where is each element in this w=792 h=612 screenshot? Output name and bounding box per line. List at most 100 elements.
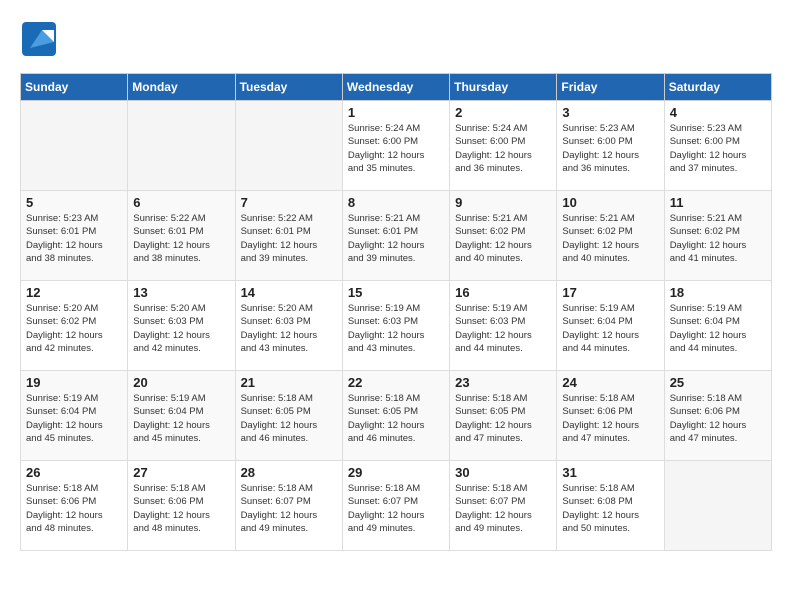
calendar-cell: 9 Sunrise: 5:21 AM Sunset: 6:02 PM Daylig… xyxy=(450,191,557,281)
calendar-cell: 20Sunrise: 5:19 AM Sunset: 6:04 PM Dayli… xyxy=(128,371,235,461)
day-info: Sunrise: 5:21 AM Sunset: 6:02 PM Dayligh… xyxy=(670,212,766,265)
day-info: Sunrise: 5:24 AM Sunset: 6:00 PM Dayligh… xyxy=(455,122,551,175)
day-number: 21 xyxy=(241,375,337,390)
calendar-week-row: 26 Sunrise: 5:18 AM Sunset: 6:06 PM Dayli… xyxy=(21,461,772,551)
calendar-cell xyxy=(664,461,771,551)
day-number: 27 xyxy=(133,465,229,480)
calendar-cell xyxy=(235,101,342,191)
calendar-cell: 14 Sunrise: 5:20 AM Sunset: 6:03 PM Dayli… xyxy=(235,281,342,371)
calendar-week-row: 5Sunrise: 5:23 AM Sunset: 6:01 PM Daylig… xyxy=(21,191,772,281)
day-info: Sunrise: 5:18 AM Sunset: 6:08 PM Dayligh… xyxy=(562,482,658,535)
calendar-cell: 18 Sunrise: 5:19 AM Sunset: 6:04 PM Dayli… xyxy=(664,281,771,371)
day-number: 2 xyxy=(455,105,551,120)
calendar-cell: 4 Sunrise: 5:23 AM Sunset: 6:00 PM Daylig… xyxy=(664,101,771,191)
day-info: Sunrise: 5:23 AM Sunset: 6:00 PM Dayligh… xyxy=(562,122,658,175)
calendar-header-row: SundayMondayTuesdayWednesdayThursdayFrid… xyxy=(21,74,772,101)
day-info: Sunrise: 5:19 AM Sunset: 6:04 PM Dayligh… xyxy=(670,302,766,355)
day-info: Sunrise: 5:18 AM Sunset: 6:05 PM Dayligh… xyxy=(348,392,444,445)
calendar-week-row: 1 Sunrise: 5:24 AM Sunset: 6:00 PM Daylig… xyxy=(21,101,772,191)
day-info: Sunrise: 5:18 AM Sunset: 6:06 PM Dayligh… xyxy=(562,392,658,445)
day-number: 31 xyxy=(562,465,658,480)
weekday-header: Tuesday xyxy=(235,74,342,101)
calendar-cell: 5Sunrise: 5:23 AM Sunset: 6:01 PM Daylig… xyxy=(21,191,128,281)
day-number: 13 xyxy=(133,285,229,300)
weekday-header: Friday xyxy=(557,74,664,101)
day-info: Sunrise: 5:18 AM Sunset: 6:06 PM Dayligh… xyxy=(26,482,122,535)
day-number: 8 xyxy=(348,195,444,210)
day-info: Sunrise: 5:18 AM Sunset: 6:05 PM Dayligh… xyxy=(455,392,551,445)
calendar-cell: 15 Sunrise: 5:19 AM Sunset: 6:03 PM Dayli… xyxy=(342,281,449,371)
weekday-header: Monday xyxy=(128,74,235,101)
day-info: Sunrise: 5:20 AM Sunset: 6:02 PM Dayligh… xyxy=(26,302,122,355)
day-info: Sunrise: 5:18 AM Sunset: 6:07 PM Dayligh… xyxy=(348,482,444,535)
calendar-cell: 30 Sunrise: 5:18 AM Sunset: 6:07 PM Dayli… xyxy=(450,461,557,551)
day-info: Sunrise: 5:23 AM Sunset: 6:00 PM Dayligh… xyxy=(670,122,766,175)
day-number: 22 xyxy=(348,375,444,390)
day-number: 1 xyxy=(348,105,444,120)
calendar-cell: 27 Sunrise: 5:18 AM Sunset: 6:06 PM Dayli… xyxy=(128,461,235,551)
day-info: Sunrise: 5:18 AM Sunset: 6:06 PM Dayligh… xyxy=(670,392,766,445)
weekday-header: Wednesday xyxy=(342,74,449,101)
day-number: 9 xyxy=(455,195,551,210)
day-info: Sunrise: 5:18 AM Sunset: 6:07 PM Dayligh… xyxy=(455,482,551,535)
day-number: 18 xyxy=(670,285,766,300)
calendar-cell: 8 Sunrise: 5:21 AM Sunset: 6:01 PM Daylig… xyxy=(342,191,449,281)
day-info: Sunrise: 5:19 AM Sunset: 6:04 PM Dayligh… xyxy=(562,302,658,355)
day-info: Sunrise: 5:19 AM Sunset: 6:03 PM Dayligh… xyxy=(348,302,444,355)
day-info: Sunrise: 5:20 AM Sunset: 6:03 PM Dayligh… xyxy=(241,302,337,355)
day-number: 12 xyxy=(26,285,122,300)
day-number: 4 xyxy=(670,105,766,120)
day-info: Sunrise: 5:19 AM Sunset: 6:04 PM Dayligh… xyxy=(26,392,122,445)
calendar-cell: 12 Sunrise: 5:20 AM Sunset: 6:02 PM Dayli… xyxy=(21,281,128,371)
day-info: Sunrise: 5:24 AM Sunset: 6:00 PM Dayligh… xyxy=(348,122,444,175)
day-number: 7 xyxy=(241,195,337,210)
day-info: Sunrise: 5:19 AM Sunset: 6:04 PM Dayligh… xyxy=(133,392,229,445)
day-number: 15 xyxy=(348,285,444,300)
calendar-cell: 19Sunrise: 5:19 AM Sunset: 6:04 PM Dayli… xyxy=(21,371,128,461)
logo-icon xyxy=(20,20,58,58)
calendar-cell: 10 Sunrise: 5:21 AM Sunset: 6:02 PM Dayli… xyxy=(557,191,664,281)
calendar-cell xyxy=(21,101,128,191)
day-info: Sunrise: 5:21 AM Sunset: 6:02 PM Dayligh… xyxy=(562,212,658,265)
day-number: 6 xyxy=(133,195,229,210)
calendar-cell: 17 Sunrise: 5:19 AM Sunset: 6:04 PM Dayli… xyxy=(557,281,664,371)
day-info: Sunrise: 5:22 AM Sunset: 6:01 PM Dayligh… xyxy=(241,212,337,265)
day-number: 23 xyxy=(455,375,551,390)
weekday-header: Saturday xyxy=(664,74,771,101)
calendar-cell: 25 Sunrise: 5:18 AM Sunset: 6:06 PM Dayli… xyxy=(664,371,771,461)
calendar-cell: 16Sunrise: 5:19 AM Sunset: 6:03 PM Dayli… xyxy=(450,281,557,371)
day-number: 26 xyxy=(26,465,122,480)
calendar-cell: 26 Sunrise: 5:18 AM Sunset: 6:06 PM Dayli… xyxy=(21,461,128,551)
day-info: Sunrise: 5:20 AM Sunset: 6:03 PM Dayligh… xyxy=(133,302,229,355)
calendar-cell: 13 Sunrise: 5:20 AM Sunset: 6:03 PM Dayli… xyxy=(128,281,235,371)
calendar-cell: 31 Sunrise: 5:18 AM Sunset: 6:08 PM Dayli… xyxy=(557,461,664,551)
day-number: 30 xyxy=(455,465,551,480)
calendar-cell: 7 Sunrise: 5:22 AM Sunset: 6:01 PM Daylig… xyxy=(235,191,342,281)
calendar-cell: 28 Sunrise: 5:18 AM Sunset: 6:07 PM Dayli… xyxy=(235,461,342,551)
calendar-cell: 23 Sunrise: 5:18 AM Sunset: 6:05 PM Dayli… xyxy=(450,371,557,461)
day-info: Sunrise: 5:21 AM Sunset: 6:01 PM Dayligh… xyxy=(348,212,444,265)
day-info: Sunrise: 5:22 AM Sunset: 6:01 PM Dayligh… xyxy=(133,212,229,265)
page-header xyxy=(20,20,772,63)
day-info: Sunrise: 5:18 AM Sunset: 6:05 PM Dayligh… xyxy=(241,392,337,445)
day-number: 3 xyxy=(562,105,658,120)
day-info: Sunrise: 5:21 AM Sunset: 6:02 PM Dayligh… xyxy=(455,212,551,265)
weekday-header: Sunday xyxy=(21,74,128,101)
day-number: 14 xyxy=(241,285,337,300)
day-number: 17 xyxy=(562,285,658,300)
day-info: Sunrise: 5:18 AM Sunset: 6:07 PM Dayligh… xyxy=(241,482,337,535)
calendar-table: SundayMondayTuesdayWednesdayThursdayFrid… xyxy=(20,73,772,551)
day-number: 5 xyxy=(26,195,122,210)
day-number: 16 xyxy=(455,285,551,300)
day-number: 29 xyxy=(348,465,444,480)
calendar-cell: 24Sunrise: 5:18 AM Sunset: 6:06 PM Dayli… xyxy=(557,371,664,461)
day-number: 10 xyxy=(562,195,658,210)
calendar-week-row: 19Sunrise: 5:19 AM Sunset: 6:04 PM Dayli… xyxy=(21,371,772,461)
day-number: 25 xyxy=(670,375,766,390)
day-info: Sunrise: 5:18 AM Sunset: 6:06 PM Dayligh… xyxy=(133,482,229,535)
calendar-cell: 29 Sunrise: 5:18 AM Sunset: 6:07 PM Dayli… xyxy=(342,461,449,551)
calendar-cell: 11Sunrise: 5:21 AM Sunset: 6:02 PM Dayli… xyxy=(664,191,771,281)
day-number: 28 xyxy=(241,465,337,480)
calendar-cell xyxy=(128,101,235,191)
calendar-cell: 1 Sunrise: 5:24 AM Sunset: 6:00 PM Daylig… xyxy=(342,101,449,191)
